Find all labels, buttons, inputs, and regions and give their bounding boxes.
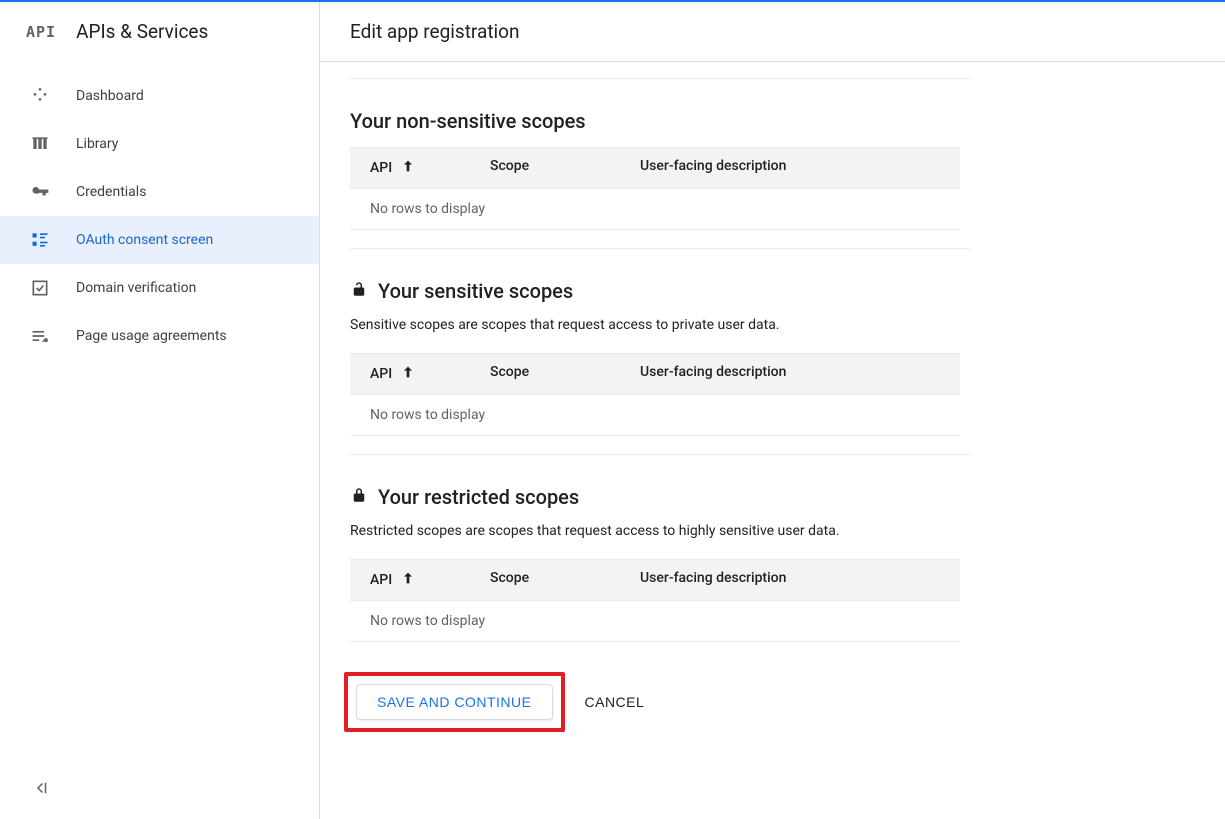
section-sensitive-scopes: Your sensitive scopes Sensitive scopes a… [350, 279, 970, 436]
sidebar-collapse-button[interactable] [0, 761, 319, 819]
checkbox-icon [30, 278, 50, 298]
main-header: Edit app registration [320, 2, 1225, 62]
highlight-annotation: SAVE AND CONTINUE [344, 672, 565, 732]
section-title-text: Your sensitive scopes [378, 279, 573, 303]
nav-label: Domain verification [76, 280, 196, 296]
agreement-icon [30, 326, 50, 346]
sidebar-item-dashboard[interactable]: Dashboard [0, 72, 319, 120]
section-title-text: Your non-sensitive scopes [350, 109, 586, 133]
nav-label: Dashboard [76, 88, 144, 104]
lock-icon [350, 485, 368, 509]
dashboard-icon [30, 86, 50, 106]
column-header-scope[interactable]: Scope [490, 158, 640, 178]
table-empty-message: No rows to display [350, 189, 960, 230]
consent-icon [30, 230, 50, 250]
api-icon: API [26, 23, 56, 41]
sidebar-item-credentials[interactable]: Credentials [0, 168, 319, 216]
sidebar: API APIs & Services Dashboard Library [0, 2, 320, 819]
section-description: Restricted scopes are scopes that reques… [350, 523, 970, 539]
column-header-description[interactable]: User-facing description [640, 158, 940, 178]
table-header: API Scope User-facing description [350, 353, 960, 395]
sidebar-item-library[interactable]: Library [0, 120, 319, 168]
nav-label: Library [76, 136, 118, 152]
arrow-up-icon [400, 158, 416, 178]
sidebar-item-domain-verification[interactable]: Domain verification [0, 264, 319, 312]
nav-label: Credentials [76, 184, 146, 200]
section-nonsensitive-scopes: Your non-sensitive scopes API Scope User… [350, 109, 970, 230]
restricted-scope-table: API Scope User-facing description No row… [350, 559, 960, 642]
section-restricted-scopes: Your restricted scopes Restricted scopes… [350, 485, 970, 642]
section-description: Sensitive scopes are scopes that request… [350, 317, 970, 333]
divider [350, 78, 970, 79]
section-title: Your non-sensitive scopes [350, 109, 970, 133]
table-header: API Scope User-facing description [350, 559, 960, 601]
arrow-up-icon [400, 570, 416, 590]
arrow-up-icon [400, 364, 416, 384]
nav-label: Page usage agreements [76, 328, 227, 344]
table-empty-message: No rows to display [350, 395, 960, 436]
main-content: Edit app registration Your non-sensitive… [320, 2, 1225, 819]
button-row: SAVE AND CONTINUE CANCEL [344, 672, 970, 732]
library-icon [30, 134, 50, 154]
nav-label: OAuth consent screen [76, 232, 213, 248]
column-header-scope[interactable]: Scope [490, 570, 640, 590]
table-empty-message: No rows to display [350, 601, 960, 642]
cancel-button[interactable]: CANCEL [585, 694, 645, 710]
column-header-api[interactable]: API [370, 570, 490, 590]
sensitive-scope-table: API Scope User-facing description No row… [350, 353, 960, 436]
col-api-label: API [370, 160, 392, 176]
sidebar-item-page-usage-agreements[interactable]: Page usage agreements [0, 312, 319, 360]
sidebar-header: API APIs & Services [0, 2, 319, 62]
sidebar-item-oauth-consent[interactable]: OAuth consent screen [0, 216, 319, 264]
sidebar-nav: Dashboard Library Credentials OAuth cons… [0, 62, 319, 761]
divider [350, 248, 970, 249]
lock-open-icon [350, 279, 368, 303]
key-icon [30, 182, 50, 202]
section-title-text: Your restricted scopes [378, 485, 579, 509]
nonsensitive-scope-table: API Scope User-facing description No row… [350, 147, 960, 230]
column-header-description[interactable]: User-facing description [640, 364, 940, 384]
column-header-description[interactable]: User-facing description [640, 570, 940, 590]
table-header: API Scope User-facing description [350, 147, 960, 189]
section-title: Your restricted scopes [350, 485, 970, 509]
save-and-continue-button[interactable]: SAVE AND CONTINUE [356, 684, 553, 720]
divider [350, 454, 970, 455]
column-header-api[interactable]: API [370, 158, 490, 178]
page-title: Edit app registration [350, 20, 1225, 43]
col-api-label: API [370, 572, 392, 588]
col-api-label: API [370, 366, 392, 382]
column-header-scope[interactable]: Scope [490, 364, 640, 384]
sidebar-title: APIs & Services [76, 20, 208, 43]
column-header-api[interactable]: API [370, 364, 490, 384]
section-title: Your sensitive scopes [350, 279, 970, 303]
